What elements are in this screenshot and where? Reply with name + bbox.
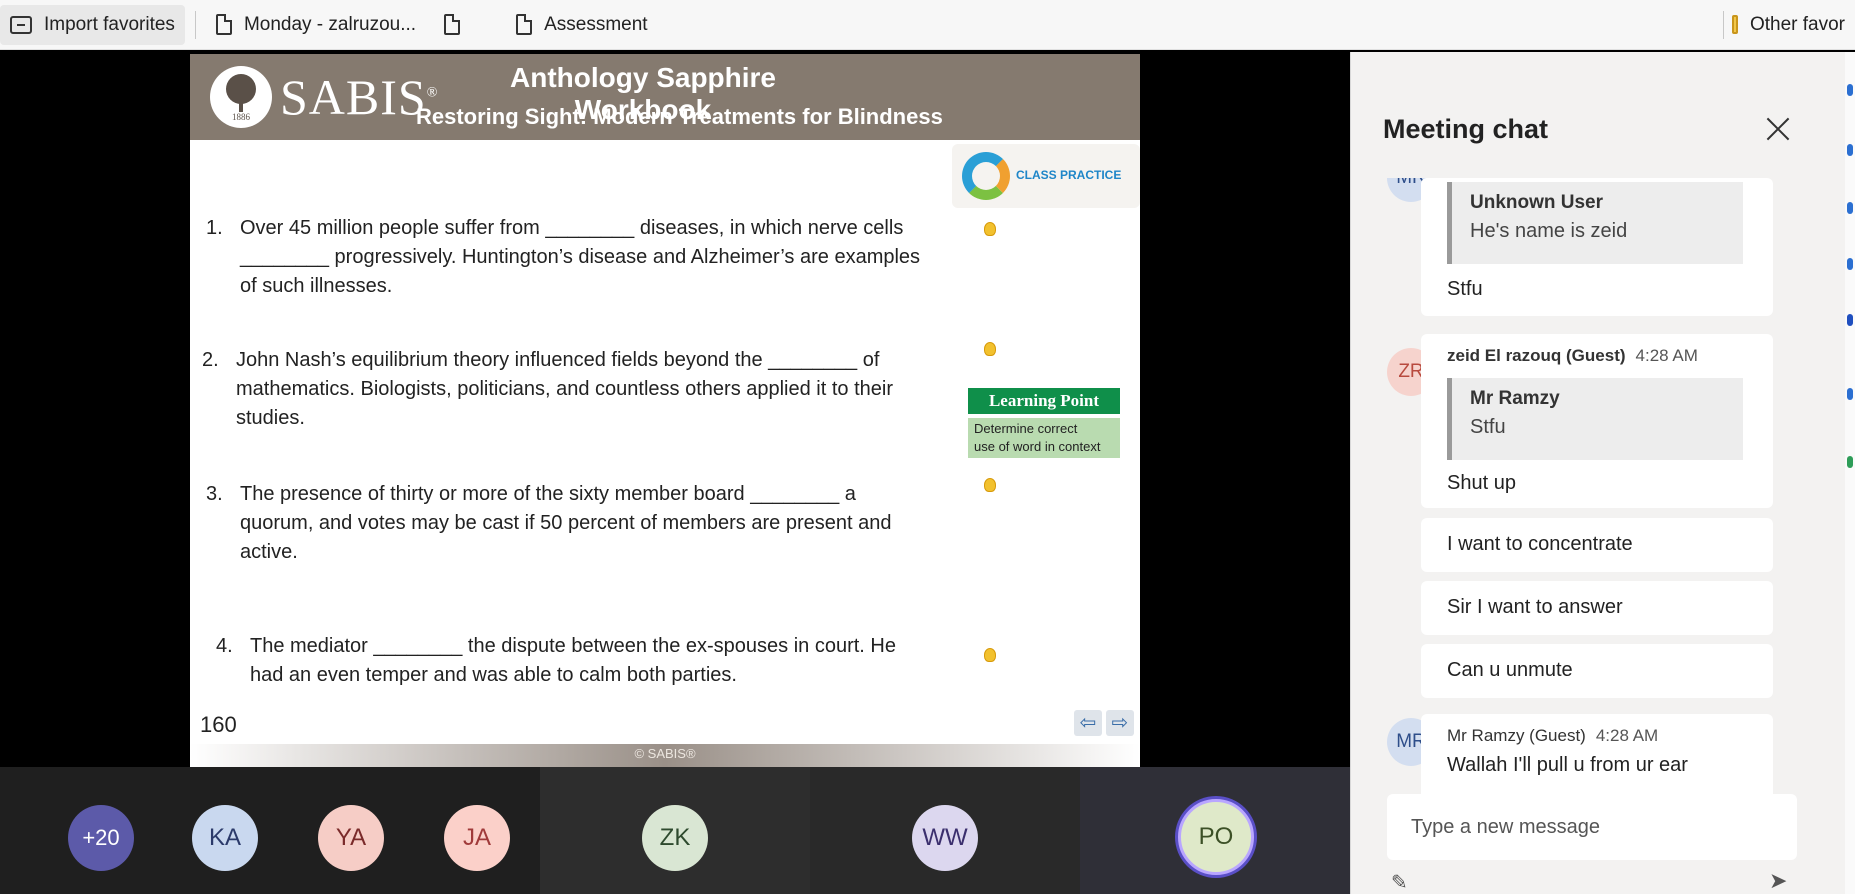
cycle-icon — [962, 152, 1010, 200]
presentation-slide: 1886 SABIS® Anthology Sapphire Workbook … — [190, 54, 1140, 767]
avatar-active-speaker[interactable]: PO — [1178, 799, 1254, 875]
page-icon — [444, 14, 461, 35]
compose-box[interactable] — [1387, 794, 1797, 860]
close-icon[interactable] — [1763, 114, 1793, 144]
hint-bulb-icon[interactable] — [984, 222, 996, 236]
question-1: 1. Over 45 million people suffer from __… — [206, 217, 921, 297]
send-icon[interactable]: ➤ — [1769, 868, 1795, 893]
bookmark-label: Import favorites — [44, 13, 175, 35]
question-2: 2. John Nash’s equilibrium theory influe… — [202, 349, 894, 429]
bookmark-label: Assessment — [544, 13, 648, 35]
rail-icon[interactable] — [1847, 144, 1853, 156]
page-number: 160 — [200, 712, 237, 737]
participants-strip: +20 KA YA JA ZK WW PO — [0, 767, 1350, 894]
slide-subtitle: Restoring Sight: Modern Treatments for B… — [416, 104, 943, 129]
chat-title: Meeting chat — [1383, 114, 1549, 144]
bookmark-import-favorites[interactable]: Import favorites — [0, 4, 185, 45]
chat-message[interactable]: Unknown User He's name is zeid Stfu — [1421, 178, 1773, 316]
bookmark-label: Monday - zalruzou... — [243, 13, 417, 35]
sabis-logo: 1886 — [210, 66, 272, 128]
quoted-message[interactable]: Unknown User He's name is zeid — [1447, 182, 1743, 264]
slide-header: 1886 SABIS® Anthology Sapphire Workbook … — [190, 54, 1140, 140]
bookmark-label: Other favor — [1749, 13, 1845, 35]
rail-icon[interactable] — [1847, 258, 1853, 270]
chat-message[interactable]: zeid El razouq (Guest) 4:28 AM Mr Ramzy S… — [1421, 334, 1773, 508]
chat-message-list[interactable]: MR Unknown User He's name is zeid Stfu Z… — [1351, 178, 1831, 846]
chat-message[interactable]: Mr Ramzy (Guest) 4:28 AM Wallah I'll pull… — [1421, 714, 1773, 804]
avatar[interactable]: KA — [192, 805, 258, 871]
prev-arrow-icon[interactable]: ⇦ — [1074, 710, 1102, 736]
format-icon[interactable]: ✎ — [1391, 870, 1417, 894]
screen: { "bookmarks": { "items": [ {"label": "I… — [0, 0, 1855, 894]
learning-point: Learning Point Determine correct use of … — [968, 388, 1120, 458]
avatar[interactable]: ZK — [642, 805, 708, 871]
avatar[interactable]: WW — [912, 805, 978, 871]
import-icon — [10, 15, 32, 34]
divider — [194, 10, 196, 39]
chat-message[interactable]: Can u unmute — [1421, 644, 1773, 698]
chat-message[interactable]: Sir I want to answer — [1421, 581, 1773, 635]
bookmark-other-favorites[interactable]: Other favor — [1722, 5, 1855, 45]
folder-icon — [1732, 15, 1738, 34]
hint-bulb-icon[interactable] — [984, 478, 996, 492]
brand-name: SABIS® — [280, 69, 439, 125]
avatar[interactable]: YA — [318, 805, 384, 871]
rail-icon[interactable] — [1847, 314, 1853, 326]
slide-navigation: ⇦ ⇨ — [1074, 710, 1134, 736]
question-4: 4. The mediator ________ the dispute bet… — [216, 635, 896, 686]
rail-icon[interactable] — [1847, 84, 1853, 96]
rail-icon[interactable] — [1847, 456, 1853, 468]
class-practice-badge: CLASS PRACTICE — [952, 144, 1140, 208]
avatar[interactable]: JA — [444, 805, 510, 871]
side-rail — [1845, 52, 1855, 894]
bookmark-untitled[interactable] — [434, 5, 470, 45]
quoted-message[interactable]: Mr Ramzy Stfu — [1447, 378, 1743, 460]
page-icon — [215, 14, 232, 35]
question-3: 3. The presence of thirty or more of the… — [206, 483, 892, 563]
page-icon — [516, 14, 533, 35]
hint-bulb-icon[interactable] — [984, 648, 996, 662]
bookmarks-bar: Import favorites Monday - zalruzou... As… — [0, 0, 1855, 50]
message-input[interactable] — [1387, 794, 1797, 860]
slide-footer: © SABIS® — [190, 744, 1140, 767]
next-arrow-icon[interactable]: ⇨ — [1106, 710, 1134, 736]
meeting-chat-panel: MR Unknown User He's name is zeid Stfu Z… — [1350, 52, 1855, 894]
chat-header: Meeting chat — [1351, 52, 1855, 178]
bookmark-monday[interactable]: Monday - zalruzou... — [206, 5, 426, 45]
chat-message[interactable]: I want to concentrate — [1421, 518, 1773, 572]
rail-icon[interactable] — [1847, 388, 1853, 400]
more-participants-avatar[interactable]: +20 — [68, 805, 134, 871]
bookmark-assessment[interactable]: Assessment — [506, 5, 657, 45]
hint-bulb-icon[interactable] — [984, 342, 996, 356]
rail-icon[interactable] — [1847, 202, 1853, 214]
